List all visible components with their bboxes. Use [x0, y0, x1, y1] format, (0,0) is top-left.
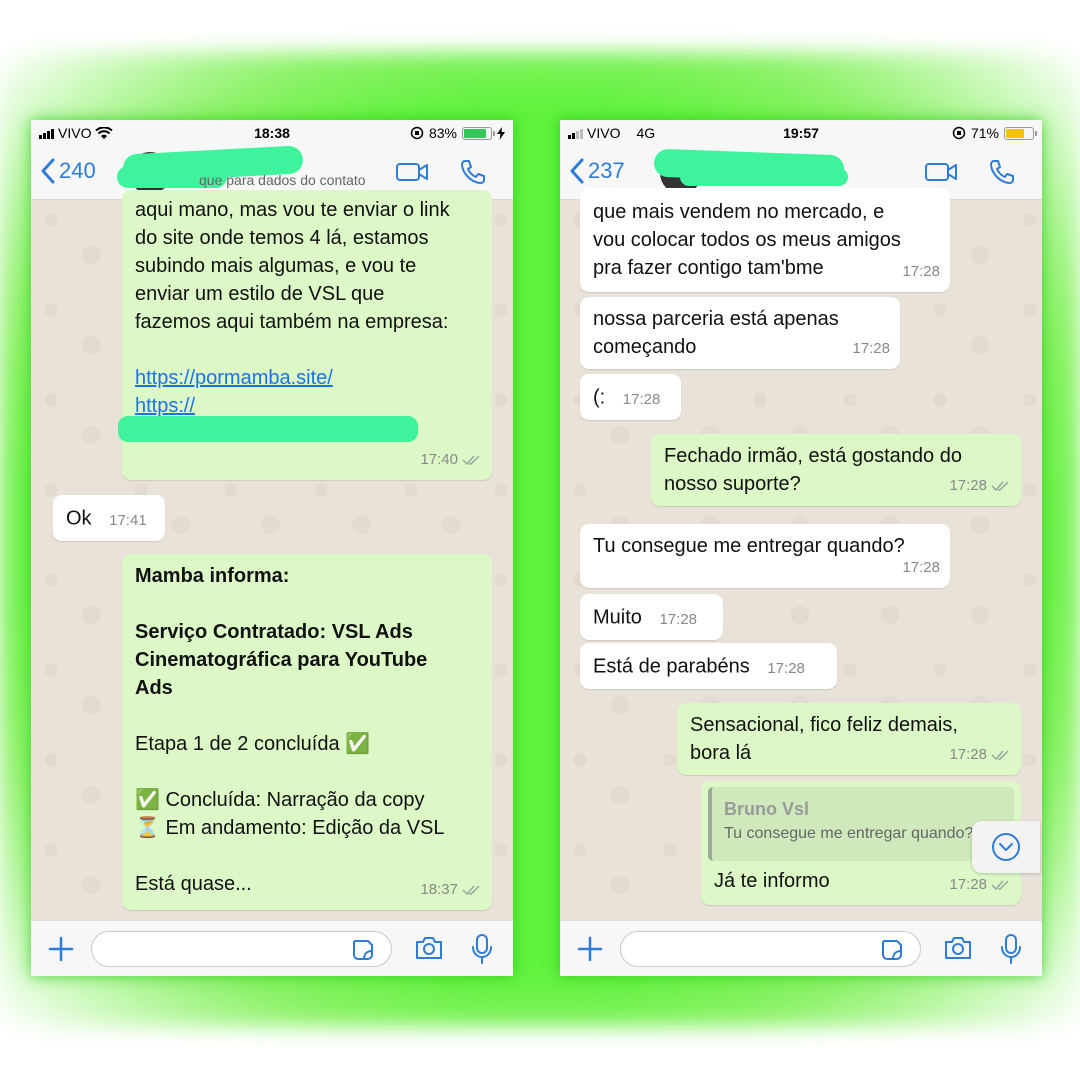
- plus-icon[interactable]: [576, 935, 604, 963]
- message-time: 17:28: [767, 660, 805, 677]
- message-text: nossa parceria está apenas começando: [593, 308, 839, 358]
- quoted-text: Tu consegue me entregar quando?: [724, 825, 974, 842]
- battery-percent: 71%: [970, 125, 999, 141]
- message-stage: Etapa 1 de 2 concluída ✅: [135, 733, 371, 755]
- message-bubble[interactable]: Mamba informa: Serviço Contratado: VSL A…: [122, 554, 492, 910]
- message-meta: 17:28: [949, 472, 1011, 500]
- charging-icon: [497, 126, 505, 140]
- microphone-icon[interactable]: [1000, 933, 1022, 965]
- redacted-link: [118, 416, 418, 442]
- message-done: ✅ Concluída: Narração da copy: [135, 789, 425, 811]
- status-bar: VIVO 4G 19:57 71%: [560, 120, 1042, 146]
- chevron-left-icon: [570, 158, 584, 184]
- message-bubble[interactable]: Sensacional, fico feliz demais, bora lá …: [677, 703, 1021, 775]
- message-progress: ⏳ Em andamento: Edição da VSL: [135, 817, 445, 839]
- message-time: 18:37: [420, 881, 458, 898]
- phone-icon[interactable]: [988, 158, 1016, 186]
- message-bubble[interactable]: que mais vendem no mercado, e vou coloca…: [580, 188, 950, 292]
- right-chat-screen: VIVO 4G 19:57 71% 237 que mais vendem no…: [560, 120, 1042, 976]
- message-bubble[interactable]: nossa parceria está apenas começando 17:…: [580, 297, 900, 369]
- video-camera-icon[interactable]: [924, 160, 958, 184]
- message-text: que mais vendem no mercado, e vou coloca…: [593, 201, 901, 279]
- battery-icon: [462, 126, 495, 140]
- message-meta: 17:28: [852, 335, 890, 363]
- back-button[interactable]: 240: [41, 158, 96, 184]
- sticker-icon[interactable]: [880, 938, 904, 962]
- input-bar: [560, 920, 1042, 976]
- left-chat-screen: VIVO 18:38 83% 240 que para dados do con…: [31, 120, 513, 976]
- message-bubble[interactable]: (: 17:28: [580, 374, 681, 420]
- message-bubble[interactable]: Está de parabéns 17:28: [580, 643, 837, 689]
- double-check-icon: [462, 885, 480, 896]
- message-meta: 17:28: [949, 741, 1011, 769]
- message-time: 17:28: [949, 746, 987, 763]
- message-bubble[interactable]: Muito 17:28: [580, 594, 723, 640]
- message-meta: 17:41: [109, 507, 147, 535]
- quoted-author: Bruno Vsl: [724, 799, 810, 819]
- message-time: 17:41: [109, 512, 147, 529]
- message-time: 17:28: [622, 391, 661, 408]
- message-link[interactable]: https://: [135, 395, 195, 417]
- unread-count: 240: [59, 158, 96, 183]
- redacted-contact-name: [680, 168, 848, 186]
- message-meta: 17:28: [902, 554, 940, 582]
- video-camera-icon[interactable]: [395, 160, 429, 184]
- message-bubble[interactable]: Fechado irmão, está gostando do nosso su…: [651, 434, 1021, 506]
- message-text: Está de parabéns: [593, 655, 750, 678]
- input-bar: [31, 920, 513, 976]
- message-meta: 17:28: [949, 871, 1011, 899]
- message-service: Serviço Contratado: VSL Ads Cinematográf…: [135, 621, 428, 699]
- message-meta: 17:28: [659, 606, 697, 634]
- message-time: 17:28: [852, 340, 890, 357]
- message-time: 17:28: [949, 876, 987, 893]
- camera-icon[interactable]: [943, 935, 973, 961]
- battery-icon: [1004, 126, 1037, 140]
- message-meta: 17:28: [902, 258, 940, 286]
- battery-percent: 83%: [428, 125, 457, 141]
- message-link[interactable]: https://pormamba.site/: [135, 367, 333, 389]
- double-check-icon: [991, 750, 1009, 761]
- double-check-icon: [991, 880, 1009, 891]
- message-bubble[interactable]: Ok 17:41: [53, 495, 165, 541]
- double-check-icon: [991, 481, 1009, 492]
- message-text: Muito: [593, 606, 642, 629]
- message-time: 17:28: [659, 611, 698, 628]
- message-time: 17:28: [902, 559, 940, 576]
- message-title: Mamba informa:: [135, 565, 290, 587]
- message-time: 17:28: [949, 477, 987, 494]
- message-meta: 17:28: [623, 386, 661, 414]
- orientation-lock-icon: [410, 126, 424, 140]
- message-input[interactable]: [91, 931, 392, 967]
- back-button[interactable]: 237: [570, 158, 625, 184]
- message-meta: 18:37: [420, 876, 482, 904]
- status-bar: VIVO 18:38 83%: [31, 120, 513, 146]
- orientation-lock-icon: [952, 126, 966, 140]
- message-bubble[interactable]: aqui mano, mas vou te enviar o link do s…: [118, 190, 492, 480]
- message-text: (:: [593, 386, 606, 409]
- camera-icon[interactable]: [414, 935, 444, 961]
- message-text: Tu consegue me entregar quando?: [593, 535, 905, 557]
- message-text: aqui mano, mas vou te enviar o link do s…: [135, 199, 450, 333]
- unread-count: 237: [588, 158, 625, 183]
- chevron-left-icon: [41, 158, 55, 184]
- message-text: Ok: [66, 507, 92, 530]
- message-time: 17:40: [420, 451, 458, 468]
- message-meta: 17:40: [420, 446, 482, 474]
- phone-icon[interactable]: [459, 158, 487, 186]
- quoted-message[interactable]: Bruno Vsl Tu consegue me entregar quando…: [708, 787, 1014, 861]
- double-check-icon: [462, 455, 480, 466]
- contact-subtitle: que para dados do contato: [199, 172, 366, 188]
- message-meta: 17:28: [767, 655, 805, 683]
- scroll-down-button[interactable]: [972, 821, 1040, 873]
- chevron-down-circle-icon: [992, 833, 1020, 861]
- message-time: 17:28: [902, 263, 940, 280]
- sticker-icon[interactable]: [351, 938, 375, 962]
- message-input[interactable]: [620, 931, 921, 967]
- plus-icon[interactable]: [47, 935, 75, 963]
- message-bubble[interactable]: Tu consegue me entregar quando? 17:28: [580, 524, 950, 588]
- microphone-icon[interactable]: [471, 933, 493, 965]
